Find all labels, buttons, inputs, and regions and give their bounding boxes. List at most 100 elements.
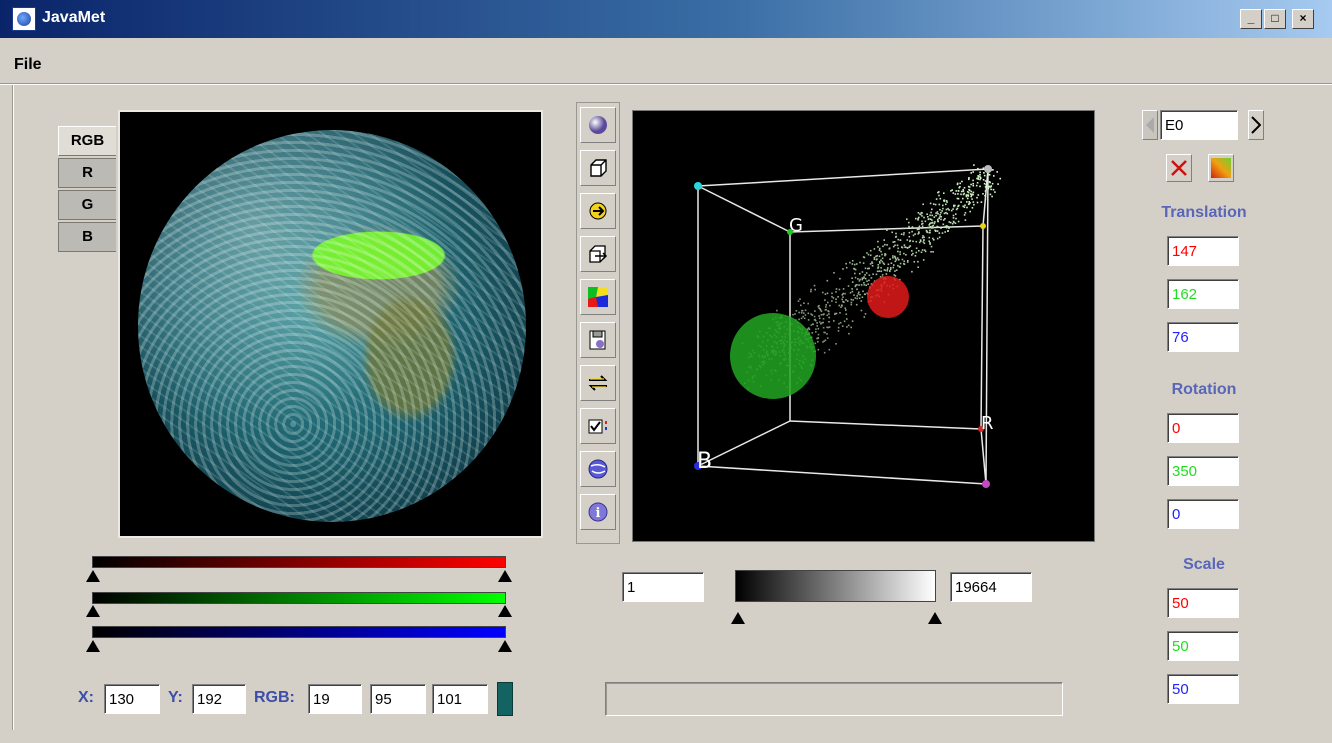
scatter-point — [955, 213, 957, 215]
scatter-point — [940, 211, 942, 214]
close-button[interactable]: × — [1292, 9, 1314, 29]
title-bar[interactable]: JavaMet _ □ × — [0, 0, 1332, 38]
scatter-point — [858, 291, 860, 294]
tab-b[interactable]: B — [58, 222, 116, 252]
red-range-slider[interactable] — [92, 556, 506, 568]
scatter-point — [948, 227, 950, 229]
scatter-point — [922, 259, 925, 261]
maximize-button[interactable]: □ — [1264, 9, 1286, 29]
tool-save[interactable] — [580, 322, 616, 358]
scatter-point — [918, 232, 920, 234]
rotation-z-field[interactable]: 0 — [1167, 499, 1239, 529]
gray-min-handle[interactable] — [731, 612, 745, 624]
scatter-point — [890, 262, 893, 264]
grayscale-range-slider[interactable] — [735, 570, 936, 602]
rgb-r-field[interactable]: 19 — [308, 684, 362, 714]
tool-swap[interactable] — [580, 365, 616, 401]
translation-x-field[interactable]: 147 — [1167, 236, 1239, 266]
scatter-point — [915, 240, 918, 243]
x-field[interactable]: 130 — [104, 684, 160, 714]
red-max-handle[interactable] — [498, 570, 512, 582]
scatter-point — [823, 340, 825, 342]
gray-max-handle[interactable] — [928, 612, 942, 624]
scatter-point — [897, 250, 899, 253]
scale-x-field[interactable]: 50 — [1167, 588, 1239, 618]
blue-min-handle[interactable] — [86, 640, 100, 652]
translation-y-field[interactable]: 162 — [1167, 279, 1239, 309]
scale-z-field[interactable]: 50 — [1167, 674, 1239, 704]
tab-rgb[interactable]: RGB — [58, 126, 116, 156]
scale-y-field[interactable]: 50 — [1167, 631, 1239, 661]
tool-color-regions[interactable] — [580, 279, 616, 315]
scatter-point — [937, 220, 939, 222]
scatter-point — [892, 241, 894, 243]
scatter-point — [863, 284, 866, 286]
tool-checklist[interactable] — [580, 408, 616, 444]
scatter-point — [892, 257, 894, 259]
satellite-image-view[interactable] — [118, 110, 543, 538]
minimize-button[interactable]: _ — [1240, 9, 1262, 29]
scatter-point — [923, 249, 926, 251]
menu-file[interactable]: File — [14, 56, 42, 74]
scatter-point — [866, 252, 868, 254]
rgb-b-field[interactable]: 101 — [432, 684, 488, 714]
scatter-point — [871, 262, 874, 264]
y-field[interactable]: 192 — [192, 684, 246, 714]
axis-label-r: R — [981, 413, 994, 434]
cluster-field[interactable]: E0 — [1160, 110, 1238, 140]
scatter-point — [935, 214, 937, 217]
rotation-y-field[interactable]: 350 — [1167, 456, 1239, 486]
scatter-point — [880, 270, 883, 273]
scatter-point — [994, 191, 996, 193]
rgb-g-field[interactable]: 95 — [370, 684, 426, 714]
scatter-point — [822, 326, 825, 329]
scatter-point — [877, 240, 879, 243]
range-max-field[interactable]: 19664 — [950, 572, 1032, 602]
scatter-point — [899, 262, 902, 265]
scatter-point — [912, 234, 915, 237]
green-range-slider[interactable] — [92, 592, 506, 604]
tab-g[interactable]: G — [58, 190, 116, 220]
tab-r[interactable]: R — [58, 158, 116, 188]
scatter-point — [945, 200, 948, 202]
scatter-point — [849, 291, 852, 294]
scatter-point — [892, 255, 894, 257]
earth-clouds-overlay — [138, 130, 526, 522]
rgb-3d-scatter-view[interactable]: G R B — [632, 110, 1095, 542]
scatter-point — [930, 251, 932, 253]
next-cluster-button[interactable] — [1248, 110, 1264, 140]
scatter-point — [965, 195, 968, 198]
scatter-point — [900, 233, 903, 235]
red-min-handle[interactable] — [86, 570, 100, 582]
scatter-point — [816, 322, 818, 324]
color-cluster-button[interactable] — [1208, 154, 1234, 182]
rotation-x-field[interactable]: 0 — [1167, 413, 1239, 443]
green-max-handle[interactable] — [498, 605, 512, 617]
scatter-point — [914, 255, 917, 257]
scatter-point — [873, 258, 876, 260]
tool-globe[interactable] — [580, 451, 616, 487]
translation-z-field[interactable]: 76 — [1167, 322, 1239, 352]
scatter-point — [987, 187, 990, 190]
green-min-handle[interactable] — [86, 605, 100, 617]
prev-cluster-button[interactable] — [1142, 110, 1158, 140]
scatter-point — [862, 290, 864, 293]
scatter-point — [909, 239, 912, 242]
scatter-point — [990, 188, 992, 191]
scatter-point — [839, 321, 842, 324]
blue-range-slider[interactable] — [92, 626, 506, 638]
scatter-point — [954, 222, 957, 224]
range-min-field[interactable]: 1 — [622, 572, 704, 602]
tool-info[interactable]: i — [580, 494, 616, 530]
delete-cluster-button[interactable] — [1166, 154, 1192, 182]
tool-box-arrow[interactable] — [580, 236, 616, 272]
tool-sphere[interactable] — [580, 107, 616, 143]
blue-max-handle[interactable] — [498, 640, 512, 652]
scatter-point — [837, 330, 840, 332]
scatter-point — [867, 253, 870, 256]
tool-rotate[interactable] — [580, 193, 616, 229]
tool-cube[interactable] — [580, 150, 616, 186]
scatter-point — [887, 263, 890, 266]
scatter-point — [835, 288, 838, 290]
scatter-point — [911, 226, 914, 228]
